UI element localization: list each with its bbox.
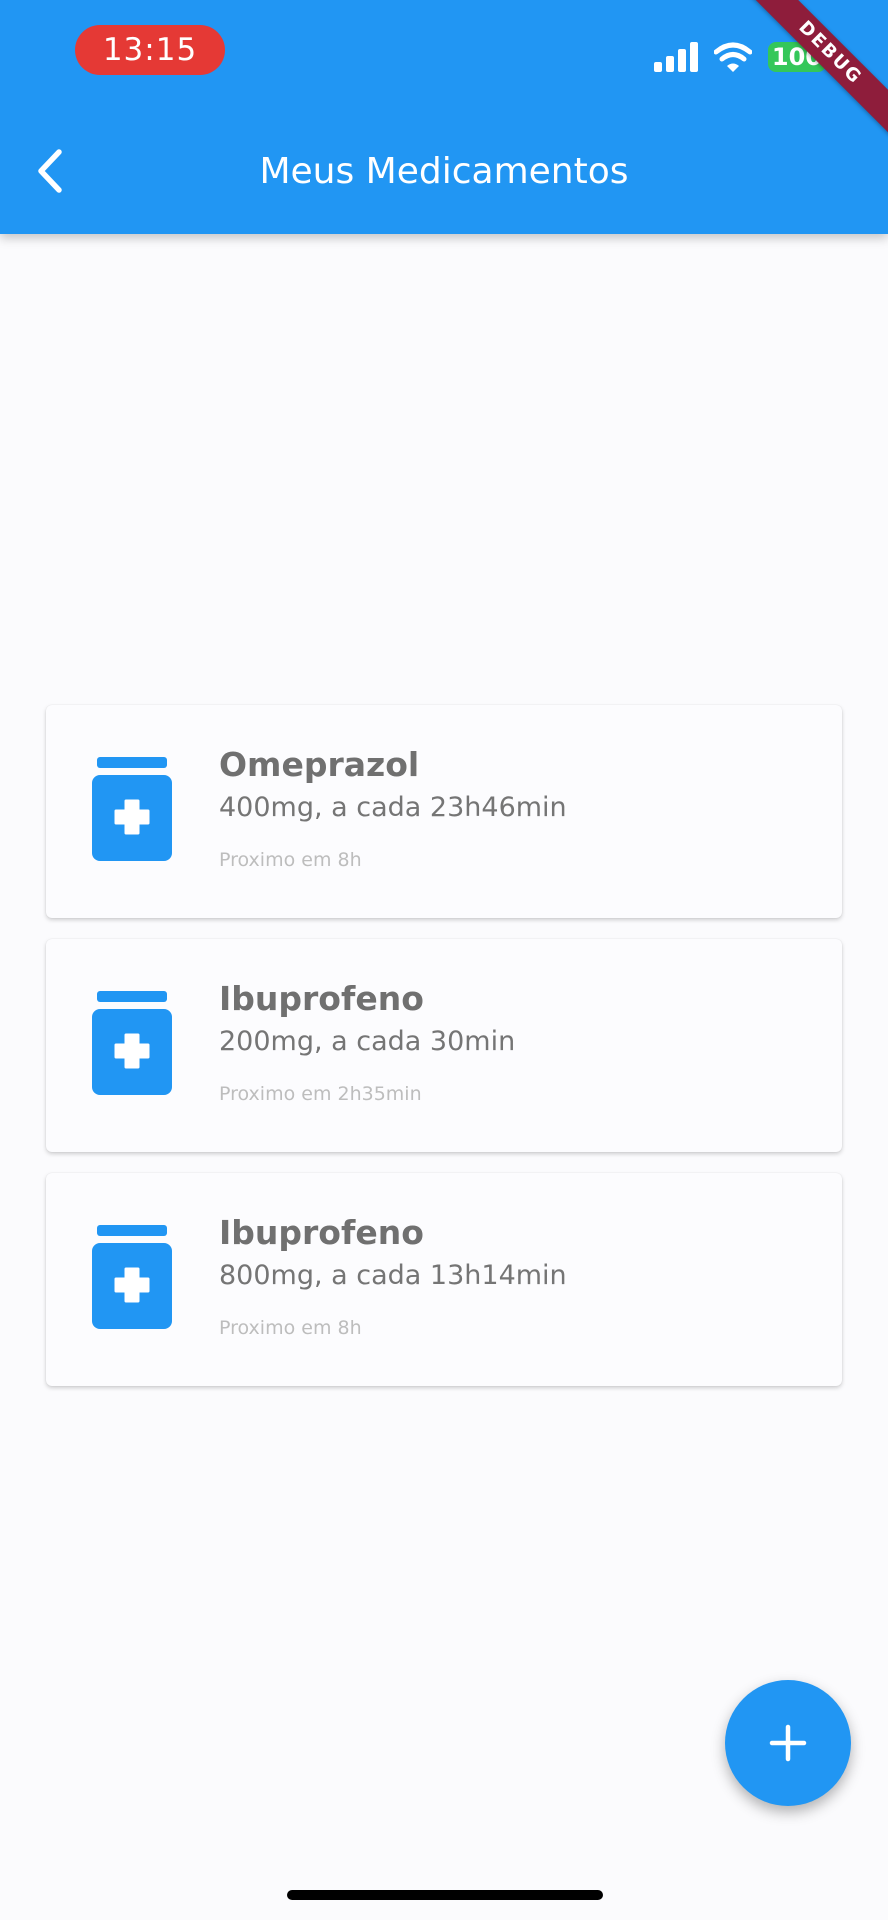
medicine-jar-icon: [92, 991, 172, 1095]
medication-next-dose: Proximo em 8h: [219, 1317, 362, 1339]
medication-card[interactable]: Ibuprofeno 200mg, a cada 30min Proximo e…: [46, 939, 842, 1152]
page-title: Meus Medicamentos: [259, 151, 629, 192]
wifi-icon: [713, 42, 752, 72]
medication-next-dose: Proximo em 2h35min: [219, 1083, 422, 1105]
medication-next-dose: Proximo em 8h: [219, 849, 362, 871]
medication-card[interactable]: Omeprazol 400mg, a cada 23h46min Proximo…: [46, 705, 842, 918]
home-indicator: [287, 1890, 603, 1900]
medication-list: Omeprazol 400mg, a cada 23h46min Proximo…: [46, 705, 842, 1407]
medication-name: Ibuprofeno: [219, 1213, 424, 1252]
app-bar: 13:15 100 Meus Medicamentos: [0, 0, 888, 234]
medicine-jar-icon: [92, 1225, 172, 1329]
plus-icon: [769, 1724, 807, 1762]
add-medication-button[interactable]: [725, 1680, 851, 1806]
status-time: 13:15: [75, 25, 225, 75]
signal-icon: [653, 42, 698, 72]
medication-name: Omeprazol: [219, 745, 420, 784]
medication-card[interactable]: Ibuprofeno 800mg, a cada 13h14min Proxim…: [46, 1173, 842, 1386]
medication-dose: 400mg, a cada 23h46min: [219, 792, 567, 823]
medication-dose: 200mg, a cada 30min: [219, 1026, 516, 1057]
medicine-jar-icon: [92, 757, 172, 861]
medication-name: Ibuprofeno: [219, 979, 424, 1018]
medication-dose: 800mg, a cada 13h14min: [219, 1260, 567, 1291]
